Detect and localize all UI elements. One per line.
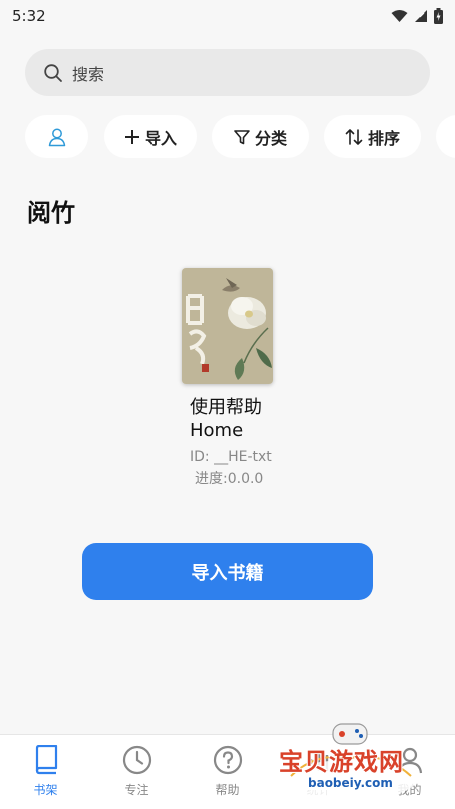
search-placeholder: 搜索	[72, 64, 105, 84]
nav-label-bookshelf: 书架	[33, 783, 58, 797]
more-chip[interactable]	[436, 115, 455, 158]
import-chip[interactable]: 导入	[104, 115, 197, 158]
book-cover-image	[182, 268, 273, 384]
help-icon	[213, 745, 242, 775]
clock-icon	[122, 745, 151, 775]
wifi-icon	[391, 10, 408, 22]
import-books-button[interactable]: 导入书籍	[82, 543, 373, 600]
sort-chip[interactable]: 排序	[324, 115, 421, 158]
nav-item-focus[interactable]: 专注	[91, 735, 182, 809]
book-title: 使用帮助 Home	[190, 396, 300, 442]
status-time: 5:32	[12, 7, 46, 25]
watermark-text: 宝贝游戏网	[279, 748, 404, 776]
search-input[interactable]: 搜索	[25, 49, 430, 96]
status-icons	[391, 8, 443, 24]
signal-icon	[415, 10, 427, 22]
watermark-url: baobeiy.com	[305, 776, 396, 790]
import-chip-label: 导入	[144, 128, 177, 148]
user-icon	[48, 128, 65, 146]
nav-item-help[interactable]: 帮助	[182, 735, 273, 809]
search-icon	[44, 63, 62, 82]
category-chip[interactable]: 分类	[212, 115, 309, 158]
plus-icon	[124, 129, 139, 144]
book-cover[interactable]	[182, 268, 273, 384]
book-progress: 进度:0.0.0	[195, 471, 264, 487]
battery-icon	[434, 8, 443, 24]
nav-item-bookshelf[interactable]: 书架	[0, 735, 91, 809]
sort-icon	[345, 128, 363, 145]
book-card[interactable]: 使用帮助 Home ID: __HE-txt 进度:0.0.0	[180, 268, 300, 490]
watermark-logo: 宝贝游戏网 baobeiy.com	[275, 718, 425, 803]
sort-chip-label: 排序	[367, 128, 400, 148]
category-chip-label: 分类	[254, 128, 287, 148]
filter-icon	[234, 129, 250, 144]
status-bar: 5:32	[0, 0, 455, 32]
book-subtitle-line: Home	[190, 420, 244, 441]
book-title-line: 使用帮助	[190, 397, 262, 418]
book-id: ID: __HE-txt	[190, 449, 272, 465]
page-title: 阅竹	[27, 199, 75, 227]
nav-label-help: 帮助	[215, 783, 240, 797]
profile-chip[interactable]	[25, 115, 88, 158]
nav-label-focus: 专注	[124, 783, 149, 797]
book-icon	[35, 745, 57, 775]
toolbar-chips: 导入 分类 排序	[25, 115, 455, 159]
